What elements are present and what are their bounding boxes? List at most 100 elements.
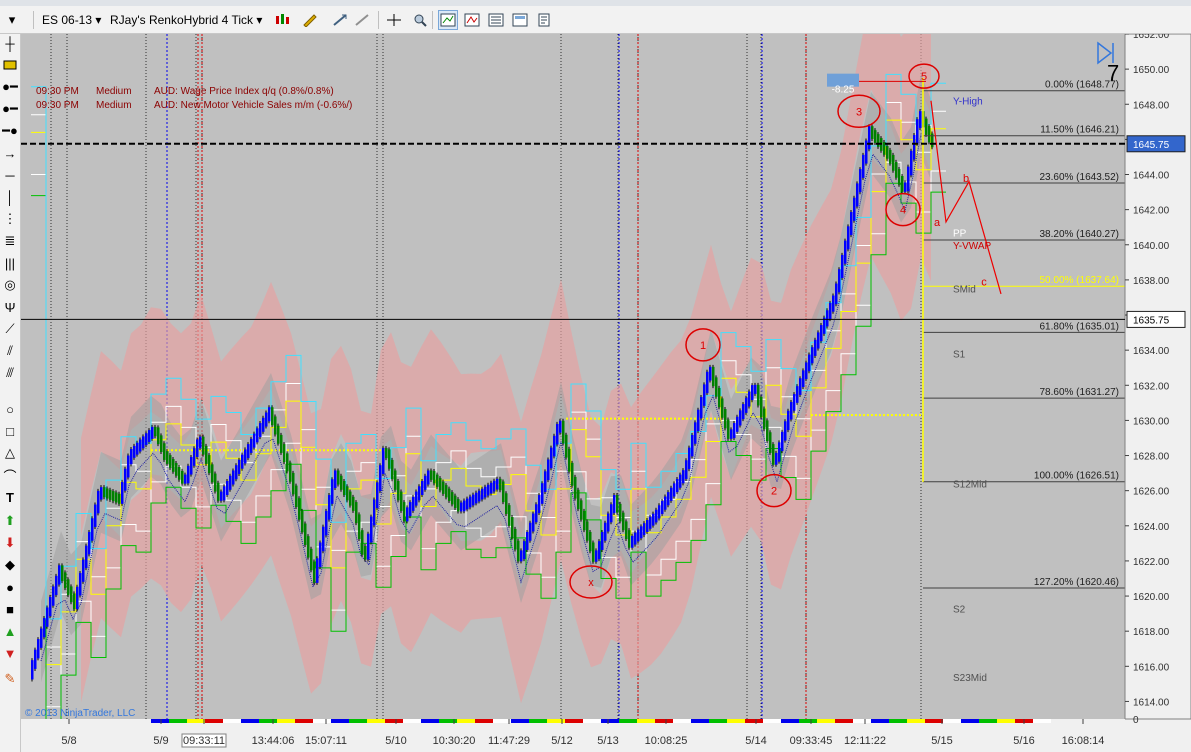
news-time: 09:30 PM: [36, 86, 79, 97]
arrow-up-icon[interactable]: ⬆: [1, 512, 19, 530]
chart-style-selector[interactable]: RJay's RenkoHybrid 4 Tick ▾: [110, 12, 262, 28]
zoom-out-button[interactable]: [352, 10, 372, 30]
renko-bar: [409, 502, 412, 517]
renko-bar: [511, 517, 514, 538]
price-tick-label: 1614.00: [1133, 697, 1170, 708]
drawing-tool-button[interactable]: [300, 10, 320, 30]
bar-type-button[interactable]: [272, 10, 292, 30]
instrument-selector[interactable]: ES 06-13 ▾: [42, 12, 101, 28]
renko-bar: [745, 397, 748, 413]
time-tick-label: 5/13: [597, 735, 618, 747]
renko-bar: [388, 449, 391, 469]
pin-icon[interactable]: ✎: [1, 670, 19, 688]
renko-bar: [445, 485, 448, 498]
renko-bar: [340, 475, 343, 490]
renko-bar: [178, 466, 181, 480]
vertical-line-icon[interactable]: │: [1, 188, 19, 206]
renko-bar: [196, 439, 199, 458]
renko-bar: [34, 649, 37, 669]
dot-icon[interactable]: ●: [1, 578, 19, 596]
properties-button[interactable]: [486, 10, 506, 30]
andrews-pitchfork-icon[interactable]: Ψ: [1, 298, 19, 316]
renko-bar: [139, 439, 142, 452]
highlight-icon[interactable]: [1, 56, 19, 74]
extended-line-icon[interactable]: ━●: [1, 122, 19, 140]
square-icon[interactable]: ■: [1, 600, 19, 618]
renko-bar: [928, 126, 931, 143]
renko-bar: [268, 407, 271, 422]
renko-bar: [382, 448, 385, 474]
wave-label: 3: [856, 106, 862, 118]
renko-bar: [772, 444, 775, 465]
renko-bar: [520, 550, 523, 562]
fib-timezone-icon[interactable]: |||: [1, 254, 19, 272]
renko-bar: [481, 488, 484, 500]
renko-bar: [394, 470, 397, 490]
arrow-down-icon[interactable]: ⬇: [1, 534, 19, 552]
session-color-bar: [187, 719, 205, 723]
text-icon[interactable]: T: [1, 488, 19, 506]
time-tick-label: 5/14: [745, 735, 766, 747]
rectangle-icon[interactable]: □: [1, 422, 19, 440]
price-chart[interactable]: 0.00% (1648.77)11.50% (1646.21)23.60% (1…: [21, 34, 1191, 752]
crosshair-icon: [387, 14, 401, 26]
renko-bar: [913, 134, 916, 160]
renko-bar: [460, 502, 463, 512]
candlestick-icon: [276, 14, 289, 24]
renko-bar: [841, 254, 844, 279]
renko-bar: [202, 436, 205, 455]
session-color-bar: [835, 719, 853, 723]
renko-bar: [193, 448, 196, 466]
arc-icon[interactable]: ⌒: [1, 466, 19, 484]
horizontal-line-icon[interactable]: ─: [1, 166, 19, 184]
renko-bar: [565, 434, 568, 458]
price-tick-label: 1648.00: [1133, 100, 1170, 111]
fib-retracement-icon[interactable]: ≣: [1, 232, 19, 250]
renko-bar: [826, 310, 829, 327]
fib-extension-icon[interactable]: ⋮: [1, 210, 19, 228]
news-text: AUD: New Motor Vehicle Sales m/m (-0.6%/…: [154, 100, 352, 111]
triangle-down-icon[interactable]: ▼: [1, 644, 19, 662]
menu-chevron-icon[interactable]: ▾: [2, 10, 22, 30]
chart-trader-button[interactable]: [534, 10, 554, 30]
renko-bar: [37, 639, 40, 659]
gann-fan-icon[interactable]: ⟋: [1, 320, 19, 338]
strategies-button[interactable]: [462, 10, 482, 30]
ray-icon[interactable]: ●━: [1, 100, 19, 118]
renko-bar: [49, 596, 52, 617]
zoom-in-button[interactable]: [330, 10, 350, 30]
renko-bar: [118, 493, 121, 504]
renko-bar: [247, 444, 250, 459]
renko-bar: [334, 470, 337, 489]
data-box-button[interactable]: [410, 10, 430, 30]
renko-bar: [301, 510, 304, 533]
renko-bar: [586, 521, 589, 541]
session-color-bar: [403, 719, 421, 723]
triangle-up-icon[interactable]: ▲: [1, 622, 19, 640]
renko-bar: [397, 481, 400, 501]
renko-bar: [712, 366, 715, 387]
fib-circle-icon[interactable]: ◎: [1, 276, 19, 294]
ellipse-icon[interactable]: ○: [1, 400, 19, 418]
templates-button[interactable]: [510, 10, 530, 30]
triangle-icon[interactable]: △: [1, 444, 19, 462]
indicators-button[interactable]: [438, 10, 458, 30]
crosshair-icon[interactable]: ┼: [1, 34, 19, 52]
renko-bar: [793, 394, 796, 411]
line-icon[interactable]: ●━: [1, 78, 19, 96]
renko-bar: [577, 489, 580, 510]
renko-bar: [760, 396, 763, 418]
trend-channel-icon[interactable]: ⫻: [1, 364, 19, 382]
diamond-icon[interactable]: ◆: [1, 556, 19, 574]
renko-bar: [670, 487, 673, 501]
news-time: 09:30 PM: [36, 100, 79, 111]
regression-channel-icon[interactable]: ⫽: [1, 342, 19, 360]
renko-bar: [175, 463, 178, 476]
renko-bar: [415, 491, 418, 506]
renko-bar: [229, 475, 232, 490]
time-tick-label: 10:30:20: [433, 735, 476, 747]
arrow-line-icon[interactable]: →: [1, 144, 19, 162]
crosshair-button[interactable]: [384, 10, 404, 30]
renko-bar: [280, 434, 283, 453]
price-tick-label: 1652.00: [1133, 34, 1170, 41]
